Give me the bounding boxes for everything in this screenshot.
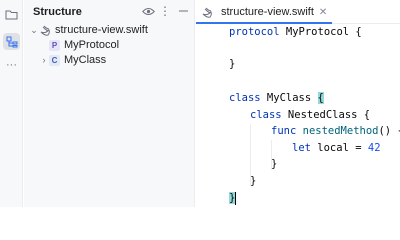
class-label: MyClass [64, 54, 107, 66]
tree-item-myclass[interactable]: › C MyClass [24, 52, 195, 68]
protocol-label: MyProtocol [64, 39, 120, 51]
tab-structure-view-swift[interactable]: structure-view.swift ✕ [196, 0, 327, 24]
text-caret [235, 191, 237, 205]
close-tab-icon[interactable]: ✕ [319, 7, 327, 18]
code-editor: structure-view.swift ✕ protocol MyProtoc… [196, 0, 400, 207]
keyword: class [250, 109, 282, 121]
panel-title: Structure [33, 6, 82, 18]
keyword: func [271, 125, 297, 137]
structure-panel-header: Structure ⋮ [24, 0, 194, 24]
closing-brace: } [250, 175, 257, 187]
project-folder-icon[interactable] [3, 6, 20, 23]
code-line: class NestedClass { [250, 107, 370, 123]
swift-file-icon [39, 24, 51, 36]
eye-icon[interactable] [140, 3, 156, 19]
class-badge-icon: C [49, 54, 60, 66]
code-line: let local = 42 [292, 140, 381, 156]
protocol-badge-icon: P [49, 39, 60, 51]
identifier: MyClass [260, 92, 318, 104]
closing-brace: } [229, 58, 236, 70]
code-line: } [250, 173, 256, 189]
code-line: } [229, 56, 235, 72]
identifier: local = [310, 142, 368, 154]
tree-item-file[interactable]: ⌄ structure-view.swift [24, 22, 195, 38]
code-line: } [229, 190, 237, 206]
tab-label: structure-view.swift [221, 6, 314, 18]
code-text: () { [378, 125, 400, 137]
code-area[interactable]: protocol MyProtocol { } class MyClass { … [196, 24, 400, 207]
function-name: nestedMethod [296, 125, 379, 137]
code-line: } [271, 156, 277, 172]
code-line: class MyClass { [229, 90, 324, 106]
chevron-down-icon[interactable]: ⌄ [29, 22, 39, 38]
options-menu-icon[interactable]: ⋮ [157, 3, 173, 19]
keyword: let [292, 142, 311, 154]
keyword: protocol [229, 26, 280, 38]
more-tools-icon[interactable]: ··· [3, 56, 20, 73]
tool-window-rail: ··· [0, 0, 23, 207]
keyword: class [229, 92, 261, 104]
identifier: NestedClass { [281, 109, 371, 121]
number-literal: 42 [367, 142, 381, 154]
code-line: protocol MyProtocol { [229, 24, 362, 40]
swift-file-icon [201, 6, 213, 18]
matched-brace: { [317, 92, 324, 104]
editor-tabbar: structure-view.swift ✕ [196, 0, 400, 24]
chevron-right-icon[interactable]: › [39, 52, 49, 68]
identifier: MyProtocol { [279, 26, 362, 38]
minimize-icon[interactable] [175, 3, 191, 19]
tree-item-myprotocol[interactable]: P MyProtocol [24, 37, 195, 53]
structure-panel: Structure ⋮ ⌄ structure-view.swift P MyP… [24, 0, 195, 207]
file-label: structure-view.swift [55, 24, 148, 36]
closing-brace: } [271, 158, 278, 170]
code-line: func nestedMethod() { [271, 123, 400, 139]
structure-tool-icon[interactable] [3, 33, 20, 50]
